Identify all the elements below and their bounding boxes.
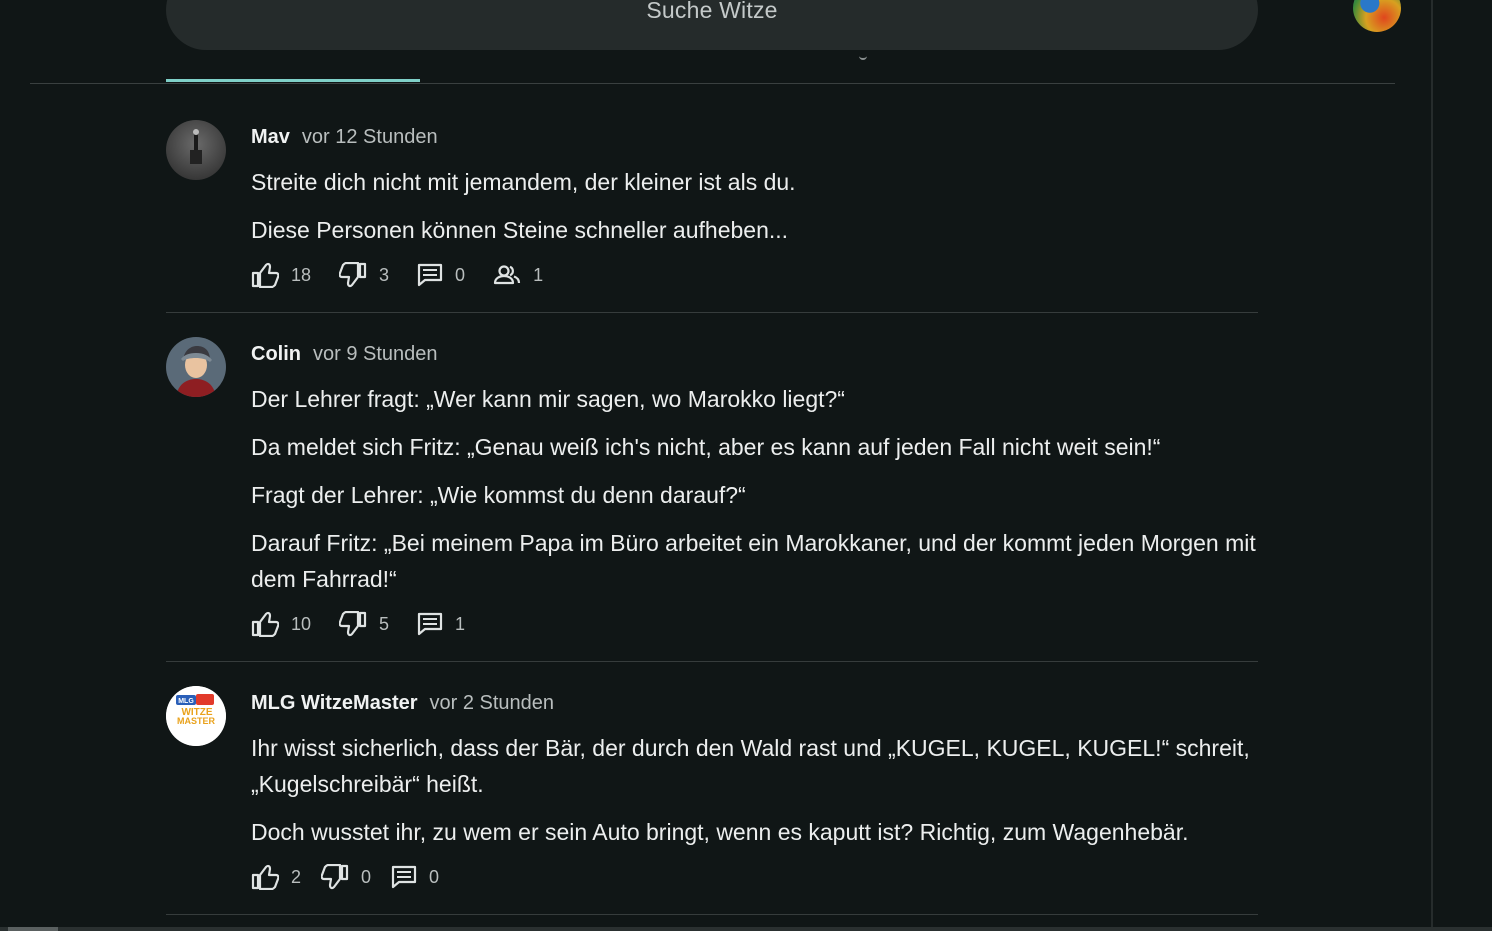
dislike-count: 0: [361, 866, 372, 887]
logo-text-top: MLG: [178, 698, 194, 705]
avatar[interactable]: [166, 120, 226, 180]
horizontal-scrollbar[interactable]: [0, 927, 1492, 931]
post-line: Diese Personen können Steine schneller a…: [251, 217, 789, 243]
like-button[interactable]: 10: [251, 611, 311, 637]
author-name[interactable]: Colin: [251, 343, 301, 366]
search-placeholder: Suche Witze: [646, 0, 778, 23]
post-time: vor 2 Stunden: [429, 691, 555, 714]
dislike-button[interactable]: 0: [321, 864, 371, 890]
thumbs-down-icon: [321, 864, 349, 890]
comment-icon: [417, 263, 443, 287]
like-button[interactable]: 18: [251, 262, 311, 288]
dislike-button[interactable]: 5: [339, 611, 389, 637]
avatar-image: [166, 337, 226, 397]
comment-count: 1: [455, 613, 466, 634]
post-line: Da meldet sich Fritz: „Genau weiß ich's …: [251, 434, 1161, 460]
page: Suche Witze Mav vor 12 Stunden Streite d…: [0, 0, 1492, 931]
post-time: vor 12 Stunden: [301, 125, 438, 148]
dislike-count: 3: [379, 264, 390, 285]
like-count: 18: [291, 264, 312, 285]
like-count: 2: [291, 866, 302, 887]
post-line: Der Lehrer fragt: „Wer kann mir sagen, w…: [251, 386, 845, 412]
thumbs-down-icon: [339, 611, 367, 637]
dislike-count: 5: [379, 613, 390, 634]
dislike-button[interactable]: 3: [339, 262, 389, 288]
post-text: Ihr wisst sicherlich, dass der Bär, der …: [251, 730, 1261, 850]
group-icon: [493, 265, 521, 285]
tab-label-partial[interactable]: [859, 52, 867, 60]
search-bar[interactable]: Suche Witze: [166, 0, 1258, 50]
post-text: Streite dich nicht mit jemandem, der kle…: [251, 164, 1261, 248]
avatar[interactable]: [166, 337, 226, 397]
avatar[interactable]: MLG WITZE MASTER: [166, 686, 226, 746]
comment-count: 0: [455, 264, 466, 285]
comment-icon: [417, 612, 443, 636]
group-count: 1: [533, 264, 544, 285]
comment-button[interactable]: 0: [391, 864, 439, 890]
scrollbar-thumb[interactable]: [8, 927, 58, 931]
post-time: vor 9 Stunden: [313, 342, 438, 365]
group-button[interactable]: 1: [493, 262, 543, 288]
post-text: Der Lehrer fragt: „Wer kann mir sagen, w…: [251, 381, 1261, 597]
author-name[interactable]: MLG WitzeMaster: [251, 692, 418, 715]
comment-button[interactable]: 0: [417, 262, 465, 288]
post-line: Darauf Fritz: „Bei meinem Papa im Büro a…: [251, 530, 1256, 592]
avatar-image: [166, 120, 226, 180]
user-avatar[interactable]: [1353, 0, 1401, 32]
active-tab-indicator: [166, 79, 420, 82]
post-line: Doch wusstet ihr, zu wem er sein Auto br…: [251, 819, 1189, 845]
post-divider: [166, 914, 1258, 915]
comment-count: 0: [429, 866, 440, 887]
scrollbar-track[interactable]: [1431, 0, 1433, 931]
thumbs-up-icon: [251, 864, 279, 890]
post-line: Ihr wisst sicherlich, dass der Bär, der …: [251, 735, 1250, 797]
post-divider: [166, 312, 1258, 313]
like-count: 10: [291, 613, 312, 634]
logo-text-bottom: MASTER: [177, 716, 216, 726]
avatar-logo: MLG WITZE MASTER: [166, 686, 226, 746]
post-divider: [166, 661, 1258, 662]
author-name[interactable]: Mav: [251, 126, 290, 149]
post-line: Fragt der Lehrer: „Wie kommst du denn da…: [251, 482, 746, 508]
post-line: Streite dich nicht mit jemandem, der kle…: [251, 169, 796, 195]
thumbs-down-icon: [339, 262, 367, 288]
comment-button[interactable]: 1: [417, 611, 465, 637]
tab-divider: [30, 83, 1395, 84]
post-actions: 10 5 1: [251, 607, 1261, 641]
like-button[interactable]: 2: [251, 864, 301, 890]
post-actions: 2 0 0: [251, 860, 1261, 894]
thumbs-up-icon: [251, 611, 279, 637]
post-actions: 18 3 0 1: [251, 258, 1261, 292]
comment-icon: [391, 865, 417, 889]
thumbs-up-icon: [251, 262, 279, 288]
